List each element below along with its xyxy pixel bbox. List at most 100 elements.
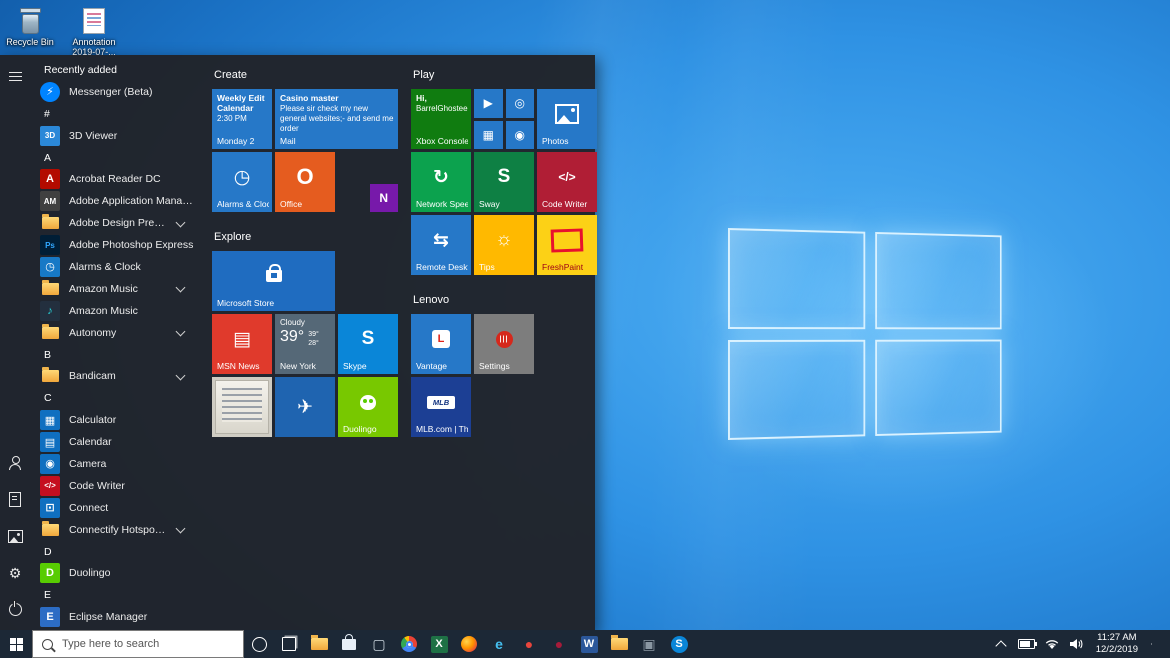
chevron-down-icon[interactable] xyxy=(176,283,186,293)
tile-skype-tile[interactable]: SSkype xyxy=(338,314,398,374)
hidden-icons-button[interactable] xyxy=(993,635,1009,654)
pictures-button[interactable] xyxy=(4,526,27,547)
tile-network-speed-tile[interactable]: ↻Network Spee... xyxy=(411,152,471,212)
taskbar-app-microsoft-store[interactable] xyxy=(334,630,364,658)
tile-group-header[interactable]: Explore xyxy=(214,231,398,245)
tile-code-writer-tile[interactable]: </>Code Writer xyxy=(537,152,597,212)
app-list-section[interactable]: B xyxy=(36,344,196,366)
app-list-section[interactable]: D xyxy=(36,541,196,563)
chevron-down-icon[interactable] xyxy=(176,217,186,227)
taskbar-app-app-crimson[interactable]: ● xyxy=(544,630,574,658)
taskbar-app-app-red[interactable]: ● xyxy=(514,630,544,658)
taskbar-search[interactable] xyxy=(32,630,244,658)
tile-vantage-tile[interactable]: LVantage xyxy=(411,314,471,374)
app-list-section[interactable]: Recently added xyxy=(36,59,196,81)
chevron-down-icon[interactable] xyxy=(176,327,186,337)
power-button[interactable] xyxy=(5,599,26,620)
app-list-item-eclipse-manager[interactable]: EEclipse Manager xyxy=(36,606,196,628)
taskbar-app-skype[interactable]: S xyxy=(664,630,694,658)
app-list-item-code-writer[interactable]: </>Code Writer xyxy=(36,475,196,497)
tile-group-header[interactable]: Play xyxy=(413,69,597,83)
app-list-item-autonomy[interactable]: Autonomy xyxy=(36,322,196,344)
taskbar-app-media-folder[interactable] xyxy=(604,630,634,658)
tile-paint3d-tile[interactable]: ✈ xyxy=(275,377,335,437)
tile-mlb-tile[interactable]: MLBMLB.com | Th... xyxy=(411,377,471,437)
taskbar-app-file-explorer[interactable] xyxy=(304,630,334,658)
app-list-section[interactable]: C xyxy=(36,387,196,409)
app-list-item-3d-viewer[interactable]: 3D3D Viewer xyxy=(36,125,196,147)
tile-weather-tile[interactable]: Cloudy39°39°28°New York xyxy=(275,314,335,374)
chevron-down-icon[interactable] xyxy=(176,524,186,534)
tile-office-tile[interactable]: OOffice xyxy=(275,152,335,212)
wifi-icon[interactable] xyxy=(1044,638,1060,650)
app-list-item-acrobat-reader-dc[interactable]: AAcrobat Reader DC xyxy=(36,168,196,190)
app-list-item-adobe-photoshop-express[interactable]: PsAdobe Photoshop Express xyxy=(36,234,196,256)
app-list-section[interactable]: # xyxy=(36,103,196,125)
app-list-item-amazon-music[interactable]: ♪Amazon Music xyxy=(36,300,196,322)
taskbar-app-edge[interactable]: e xyxy=(484,630,514,658)
documents-button[interactable] xyxy=(5,488,25,511)
tile-group-header[interactable]: Create xyxy=(214,69,398,83)
tile-calendar-tile[interactable]: Weekly Edit Calendar2:30 PMMonday 2 xyxy=(212,89,272,149)
chevron-down-icon[interactable] xyxy=(176,370,186,380)
tile-lenovo-settings-tile[interactable]: |||Settings xyxy=(474,314,534,374)
app-list-item-bandicam[interactable]: Bandicam xyxy=(36,365,196,387)
tile-group-lenovo: Lenovo LVantage|||SettingsMLBMLB.com | Th… xyxy=(411,294,597,437)
tile-calculator-tile[interactable]: ▦ xyxy=(474,121,503,150)
cortana-button[interactable] xyxy=(244,630,274,658)
tile-xbox-console-tile[interactable]: Hi,BarrelGhosteeXbox Console... xyxy=(411,89,471,149)
app-list-item-connectify-hotspot[interactable]: Connectify Hotspot 2019 xyxy=(36,519,196,541)
tile-onenote-tile[interactable]: N xyxy=(370,184,399,213)
taskbar-app-firefox[interactable] xyxy=(454,630,484,658)
task-view-button[interactable] xyxy=(274,630,304,658)
volume-icon[interactable] xyxy=(1069,638,1083,650)
tile-msn-news-tile[interactable]: ▤MSN News xyxy=(212,314,272,374)
app-list-item-adobe-design-premium[interactable]: Adobe Design Premium CS5.5 xyxy=(36,212,196,234)
clock-time: 11:27 AM xyxy=(1096,632,1138,644)
tile-group-header[interactable]: Lenovo xyxy=(413,294,597,308)
settings-button[interactable]: ⚙ xyxy=(5,562,26,584)
tile-label: Duolingo xyxy=(343,424,395,434)
tile-microsoft-store-tile[interactable]: Microsoft Store xyxy=(212,251,335,311)
tile-photos-tile[interactable]: Photos xyxy=(537,89,597,149)
folder-icon xyxy=(42,283,59,295)
app-list-item-duolingo[interactable]: DDuolingo xyxy=(36,562,196,584)
app-list-section[interactable]: E xyxy=(36,584,196,606)
tile-freshpaint-tile[interactable]: FreshPaint xyxy=(537,215,597,275)
tile-mail-tile[interactable]: Casino masterPlease sir check my new gen… xyxy=(275,89,398,149)
battery-icon[interactable] xyxy=(1018,639,1035,649)
tile-camera-tile[interactable]: ◉ xyxy=(506,121,535,150)
tile-sway-tile[interactable]: SSway xyxy=(474,152,534,212)
app-list-item-calendar[interactable]: ▤Calendar xyxy=(36,431,196,453)
app-list-item-amazon-music-folder[interactable]: Amazon Music xyxy=(36,278,196,300)
search-input[interactable] xyxy=(60,637,214,651)
taskbar-clock[interactable]: 11:27 AM 12/2/2019 xyxy=(1092,632,1142,657)
app-list-item-adobe-application-manager[interactable]: AMAdobe Application Manager xyxy=(36,190,196,212)
taskbar-app-app-window[interactable]: ▢ xyxy=(364,630,394,658)
tile-films-tv-tile[interactable]: ▶ xyxy=(474,89,503,118)
tile-maps-tile[interactable]: ◎ xyxy=(506,89,535,118)
start-button[interactable] xyxy=(0,630,32,658)
tile-duolingo-tile[interactable]: Duolingo xyxy=(338,377,398,437)
user-button[interactable] xyxy=(5,452,26,473)
tile-alarms-clock-tile[interactable]: ◷Alarms & Clock xyxy=(212,152,272,212)
expand-menu-button[interactable] xyxy=(5,65,26,88)
app-list-section[interactable]: A xyxy=(36,147,196,169)
show-desktop-button[interactable] xyxy=(1151,643,1164,645)
app-list-item-camera[interactable]: ◉Camera xyxy=(36,453,196,475)
app-list-item-alarms-clock[interactable]: ◷Alarms & Clock xyxy=(36,256,196,278)
desktop-icon-recycle-bin[interactable]: Recycle Bin xyxy=(2,6,58,58)
app-list-item-messenger[interactable]: ⚡Messenger (Beta) xyxy=(36,81,196,103)
taskbar-app-chrome[interactable] xyxy=(394,630,424,658)
app-list-item-calculator[interactable]: ▦Calculator xyxy=(36,409,196,431)
desktop-icon-annotation-file[interactable]: Annotation 2019-07-... xyxy=(66,6,122,58)
taskbar-app-app-grey[interactable]: ▣ xyxy=(634,630,664,658)
adobe-design-premium-icon xyxy=(40,213,60,233)
app-list-item-connect[interactable]: ⊡Connect xyxy=(36,497,196,519)
tile-tips-tile[interactable]: ☼Tips xyxy=(474,215,534,275)
taskbar-app-excel[interactable]: X xyxy=(424,630,454,658)
tile-news-thumbnail-tile[interactable] xyxy=(212,377,272,437)
tile-label: Vantage xyxy=(416,361,468,371)
tile-remote-desktop-tile[interactable]: ⇆Remote Deskt... xyxy=(411,215,471,275)
taskbar-app-word[interactable]: W xyxy=(574,630,604,658)
